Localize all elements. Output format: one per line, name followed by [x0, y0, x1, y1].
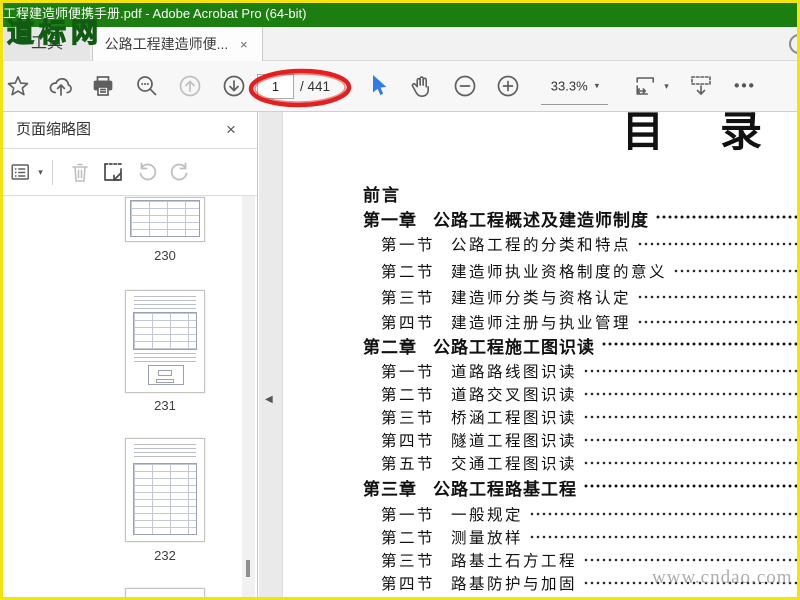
- dotted-leader: [583, 366, 800, 375]
- rotate-right-icon[interactable]: [168, 160, 192, 184]
- toc-entry: 第一节 一般规定: [381, 503, 800, 524]
- thumbnail-label: 232: [154, 548, 176, 563]
- dotted-leader: [529, 532, 800, 541]
- toc-entry: 第五节 交通工程图识读: [381, 452, 800, 473]
- dotted-leader: [583, 412, 800, 421]
- dotted-leader: [583, 389, 800, 398]
- toc-entry: 第二节 建造师执业资格制度的意义: [381, 260, 800, 281]
- zoom-level-value: 33.3%: [550, 78, 588, 94]
- thumbnail-options-icon[interactable]: ▾: [9, 161, 43, 183]
- select-tool-icon[interactable]: [367, 73, 389, 99]
- next-page-icon[interactable]: [221, 73, 247, 99]
- toc-entry: 前言: [363, 186, 401, 205]
- toolbar-divider: [52, 160, 53, 185]
- tab-document[interactable]: 公路工程建造师便... ×: [92, 27, 263, 61]
- thumbnail-label: 230: [154, 248, 176, 263]
- hand-tool-icon[interactable]: [409, 73, 435, 99]
- print-icon[interactable]: [91, 74, 115, 98]
- thumbnails-panel: 页面缩略图 × ▾ 230 231 232: [0, 112, 258, 600]
- thumbnail-label: 231: [154, 398, 176, 413]
- search-icon[interactable]: [134, 73, 160, 99]
- site-watermark: www.cndao.com: [652, 567, 793, 588]
- thumbnails-panel-title: 页面缩略图: [16, 121, 92, 138]
- window-titlebar[interactable]: 工程建造师便携手册.pdf - Adobe Acrobat Pro (64-bi…: [0, 0, 800, 27]
- toc-entry: 第三节 建造师分类与资格认定: [381, 286, 800, 307]
- thumbnails-list: 230 231 232: [0, 196, 257, 600]
- dotted-leader: [637, 317, 800, 326]
- tab-bar: 工具 公路工程建造师便... ×: [0, 27, 800, 61]
- toc-entry: 第三节 桥涵工程图识读: [381, 406, 800, 427]
- chevron-down-icon: ▾: [38, 166, 43, 177]
- toc-entry: 第四节 建造师注册与执业管理: [381, 311, 800, 332]
- scrollbar-thumb[interactable]: [246, 560, 250, 577]
- previous-page-icon[interactable]: [177, 73, 203, 99]
- toc-entry: 第五节路基排水工程: [381, 595, 800, 600]
- dotted-leader: [673, 266, 800, 275]
- dotted-leader: [601, 339, 800, 348]
- tab-close-icon[interactable]: ×: [240, 37, 262, 52]
- tab-document-label: 公路工程建造师便...: [104, 36, 229, 52]
- toc-entry: 第二章 公路工程施工图识读: [363, 333, 800, 357]
- dotted-leader: [655, 212, 800, 221]
- corner-watermark: 道标网: [6, 17, 103, 48]
- delete-pages-icon[interactable]: [68, 160, 92, 184]
- dotted-leader: [529, 509, 800, 518]
- share-icon[interactable]: [48, 74, 74, 98]
- zoom-underline: [541, 104, 608, 105]
- toc-entry: 第一章 公路工程概述及建造师制度: [363, 206, 800, 230]
- document-page: 目 录 前言 第一章 公路工程概述及建造师制度 第一节 公路工程的分类和特点 第二节…: [284, 112, 800, 600]
- page-number-input[interactable]: 1: [257, 74, 294, 99]
- zoom-level-dropdown[interactable]: 33.3% ▾: [551, 79, 599, 94]
- thumbnails-toolbar: ▾: [0, 149, 257, 196]
- dotted-leader: [583, 555, 800, 564]
- dotted-leader: [637, 292, 800, 301]
- dotted-leader: [583, 458, 800, 467]
- zoom-in-icon[interactable]: [495, 73, 521, 99]
- thumbnail-page-231[interactable]: [125, 290, 205, 393]
- page-fit-dropdown[interactable]: ▾: [633, 74, 669, 98]
- crop-pages-icon[interactable]: [101, 160, 125, 184]
- chevron-down-icon: ▾: [594, 80, 600, 91]
- page-title: 目: [622, 112, 665, 156]
- toc-entry: 第三章 公路工程路基工程: [363, 475, 800, 499]
- thumbnails-scrollbar[interactable]: [242, 196, 255, 600]
- thumbnails-panel-header: 页面缩略图 ×: [0, 112, 257, 149]
- toc-entry: 第二节 测量放样: [381, 526, 800, 547]
- zoom-out-icon[interactable]: [452, 73, 478, 99]
- thumbnail-page-230[interactable]: [125, 197, 205, 242]
- collapse-panel-icon[interactable]: ◀: [265, 394, 273, 405]
- toolbar-presets-icon[interactable]: [688, 73, 714, 99]
- notification-icon[interactable]: [789, 34, 800, 54]
- dotted-leader: [583, 481, 800, 490]
- toc-entry: 第四节 隧道工程图识读: [381, 429, 800, 450]
- thumbnail-page-232[interactable]: [125, 438, 205, 542]
- panel-close-icon[interactable]: ×: [226, 112, 236, 148]
- toc-entry: 第一节 公路工程的分类和特点: [381, 233, 800, 254]
- main-toolbar: 1 / 441 33.3% ▾ ▾ •••: [0, 61, 800, 112]
- app-window: 工程建造师便携手册.pdf - Adobe Acrobat Pro (64-bi…: [0, 0, 800, 600]
- thumbnail-page-233-partial[interactable]: [125, 588, 205, 598]
- chevron-down-icon: ▾: [664, 80, 669, 91]
- dotted-leader: [637, 239, 800, 248]
- more-tools-icon[interactable]: •••: [734, 78, 756, 95]
- favorites-star-icon[interactable]: [6, 74, 30, 98]
- rotate-left-icon[interactable]: [135, 160, 159, 184]
- page-total-label: / 441: [300, 79, 331, 94]
- toc-entry: 第一节 道路路线图识读: [381, 360, 800, 381]
- page-title: 录: [720, 112, 763, 156]
- panel-gutter: ◀: [259, 112, 283, 600]
- toc-entry: 第二节 道路交叉图识读: [381, 383, 800, 404]
- dotted-leader: [583, 435, 800, 444]
